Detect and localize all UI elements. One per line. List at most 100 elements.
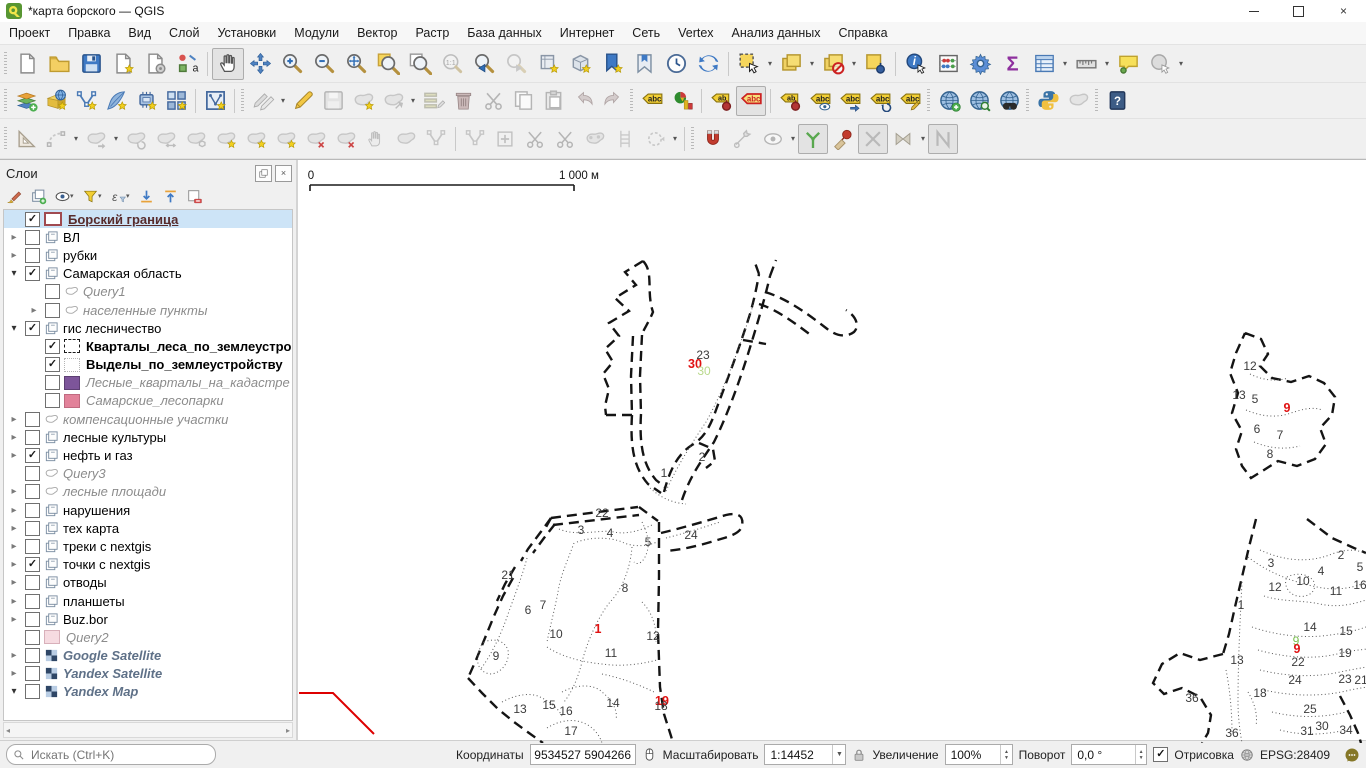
pin-labels-button[interactable] xyxy=(706,86,736,116)
expander-icon[interactable]: ▸ xyxy=(6,450,22,461)
trim-extend-button[interactable] xyxy=(828,124,858,154)
new-print-layout-button[interactable] xyxy=(107,48,139,80)
magnifier-spin-arrows[interactable]: ▲▼ xyxy=(1000,745,1011,764)
layer-row[interactable]: ▸Buz.bor xyxy=(4,610,292,628)
layer-checkbox[interactable]: ✓ xyxy=(45,357,60,372)
maximize-button[interactable] xyxy=(1276,0,1321,22)
add-group-button[interactable] xyxy=(26,185,50,207)
save-project-button[interactable] xyxy=(75,48,107,80)
layer-row[interactable]: ▸лесные культуры xyxy=(4,428,292,446)
layout-manager-button[interactable] xyxy=(139,48,171,80)
expander-icon[interactable]: ▸ xyxy=(6,668,22,679)
layer-row[interactable]: ✓Кварталы_леса_по_землеустройству xyxy=(4,337,292,355)
toolbar-grip[interactable] xyxy=(241,89,244,113)
render-checkbox[interactable]: ✓ xyxy=(1153,747,1168,762)
layer-checkbox[interactable] xyxy=(25,503,40,518)
menu-layer[interactable]: Слой xyxy=(160,26,208,40)
layer-checkbox[interactable] xyxy=(25,412,40,427)
select-features-dropdown[interactable]: ▾ xyxy=(765,59,775,68)
new-3d-map-view-button[interactable] xyxy=(564,48,596,80)
layer-checkbox[interactable] xyxy=(25,484,40,499)
deselect-dropdown[interactable]: ▾ xyxy=(849,59,859,68)
layer-checkbox[interactable] xyxy=(25,539,40,554)
layer-checkbox[interactable] xyxy=(45,284,60,299)
current-edits-dropdown[interactable]: ▾ xyxy=(278,96,288,105)
rotate-point-dropdown[interactable]: ▾ xyxy=(670,134,680,143)
layer-labeling-button[interactable] xyxy=(637,86,667,116)
crs-label[interactable]: EPSG:28409 xyxy=(1260,748,1330,762)
layer-checkbox[interactable]: ✓ xyxy=(25,212,40,227)
expander-icon[interactable]: ▸ xyxy=(26,305,42,316)
new-virtual-layer-button[interactable] xyxy=(161,86,191,116)
layer-diagram-button[interactable] xyxy=(667,86,697,116)
zoom-to-layer-button[interactable] xyxy=(404,48,436,80)
zoom-full-extent-button[interactable] xyxy=(340,48,372,80)
scale-dropdown-arrow[interactable]: ▼ xyxy=(832,745,845,764)
expander-icon[interactable]: ▸ xyxy=(6,596,22,607)
circular-string-dropdown[interactable]: ▾ xyxy=(71,134,81,143)
panel-float-button[interactable] xyxy=(255,165,272,182)
menu-web[interactable]: Интернет xyxy=(551,26,624,40)
layer-checkbox[interactable] xyxy=(45,393,60,408)
zoom-last-button[interactable] xyxy=(468,48,500,80)
rotation-input[interactable] xyxy=(1072,747,1135,763)
snapping-toggle-button[interactable] xyxy=(698,124,728,154)
select-by-value-dropdown[interactable]: ▾ xyxy=(807,59,817,68)
scale-combo[interactable]: ▼ xyxy=(764,744,846,765)
search-box[interactable] xyxy=(6,744,216,765)
toolbar-grip[interactable] xyxy=(927,89,930,113)
layer-row[interactable]: Query1 xyxy=(4,283,292,301)
toggle-label-visibility-button[interactable] xyxy=(775,86,805,116)
coordinates-input[interactable] xyxy=(531,747,635,763)
layer-row[interactable]: ▸✓нефть и газ xyxy=(4,446,292,464)
layer-row[interactable]: ▸планшеты xyxy=(4,592,292,610)
open-project-button[interactable] xyxy=(43,48,75,80)
expander-icon[interactable]: ▾ xyxy=(6,686,22,697)
layer-checkbox[interactable] xyxy=(25,575,40,590)
open-layer-styling-button[interactable] xyxy=(2,185,26,207)
filter-expression-dropdown[interactable]: ▾ xyxy=(126,192,134,200)
layer-checkbox[interactable] xyxy=(45,375,60,390)
layer-row[interactable]: ▸тех карта xyxy=(4,519,292,537)
topology-dropdown[interactable]: ▾ xyxy=(788,134,798,143)
toolbar-grip[interactable] xyxy=(1026,89,1029,113)
pan-map-button[interactable] xyxy=(212,48,244,80)
avoid-overlap-dropdown[interactable]: ▾ xyxy=(918,134,928,143)
layer-checkbox[interactable]: ✓ xyxy=(25,448,40,463)
zoom-to-selection-button[interactable] xyxy=(372,48,404,80)
layer-checkbox[interactable] xyxy=(25,666,40,681)
expander-icon[interactable]: ▸ xyxy=(6,250,22,261)
identify-features-button[interactable] xyxy=(900,48,932,80)
layer-checkbox[interactable] xyxy=(25,230,40,245)
layer-row[interactable]: Самарские_лесопарки xyxy=(4,392,292,410)
layer-checkbox[interactable] xyxy=(45,303,60,318)
extents-pointer-icon[interactable] xyxy=(642,747,657,762)
crs-globe-icon[interactable] xyxy=(1240,748,1254,762)
layer-row[interactable]: ▸лесные площади xyxy=(4,483,292,501)
layer-row[interactable]: Query3 xyxy=(4,465,292,483)
layer-row[interactable]: ✓Борский граница xyxy=(4,210,292,228)
measure-button[interactable] xyxy=(1070,48,1102,80)
expander-icon[interactable]: ▸ xyxy=(6,505,22,516)
menu-database[interactable]: База данных xyxy=(458,26,550,40)
expander-icon[interactable]: ▸ xyxy=(6,414,22,425)
expander-icon[interactable]: ▸ xyxy=(6,486,22,497)
menu-settings[interactable]: Установки xyxy=(208,26,285,40)
expander-icon[interactable]: ▸ xyxy=(6,432,22,443)
messages-bubble-icon[interactable] xyxy=(1344,747,1360,763)
new-shapefile-layer-button[interactable] xyxy=(71,86,101,116)
rotation-spin-arrows[interactable]: ▲▼ xyxy=(1135,745,1147,764)
toolbar-grip[interactable] xyxy=(691,127,694,151)
python-console-button[interactable] xyxy=(1033,86,1063,116)
map-themes-dropdown[interactable]: ▾ xyxy=(70,192,78,200)
minimize-button[interactable] xyxy=(1231,0,1276,22)
menu-raster[interactable]: Растр xyxy=(406,26,458,40)
toolbar-grip[interactable] xyxy=(4,89,7,113)
layer-row[interactable]: ▸Google Satellite xyxy=(4,647,292,665)
change-label-button[interactable] xyxy=(895,86,925,116)
expander-icon[interactable]: ▾ xyxy=(6,268,22,279)
lock-scale-icon[interactable] xyxy=(852,748,866,762)
menu-project[interactable]: Проект xyxy=(0,26,59,40)
vertex-tool-dropdown[interactable]: ▾ xyxy=(408,96,418,105)
field-calculator-button[interactable] xyxy=(932,48,964,80)
